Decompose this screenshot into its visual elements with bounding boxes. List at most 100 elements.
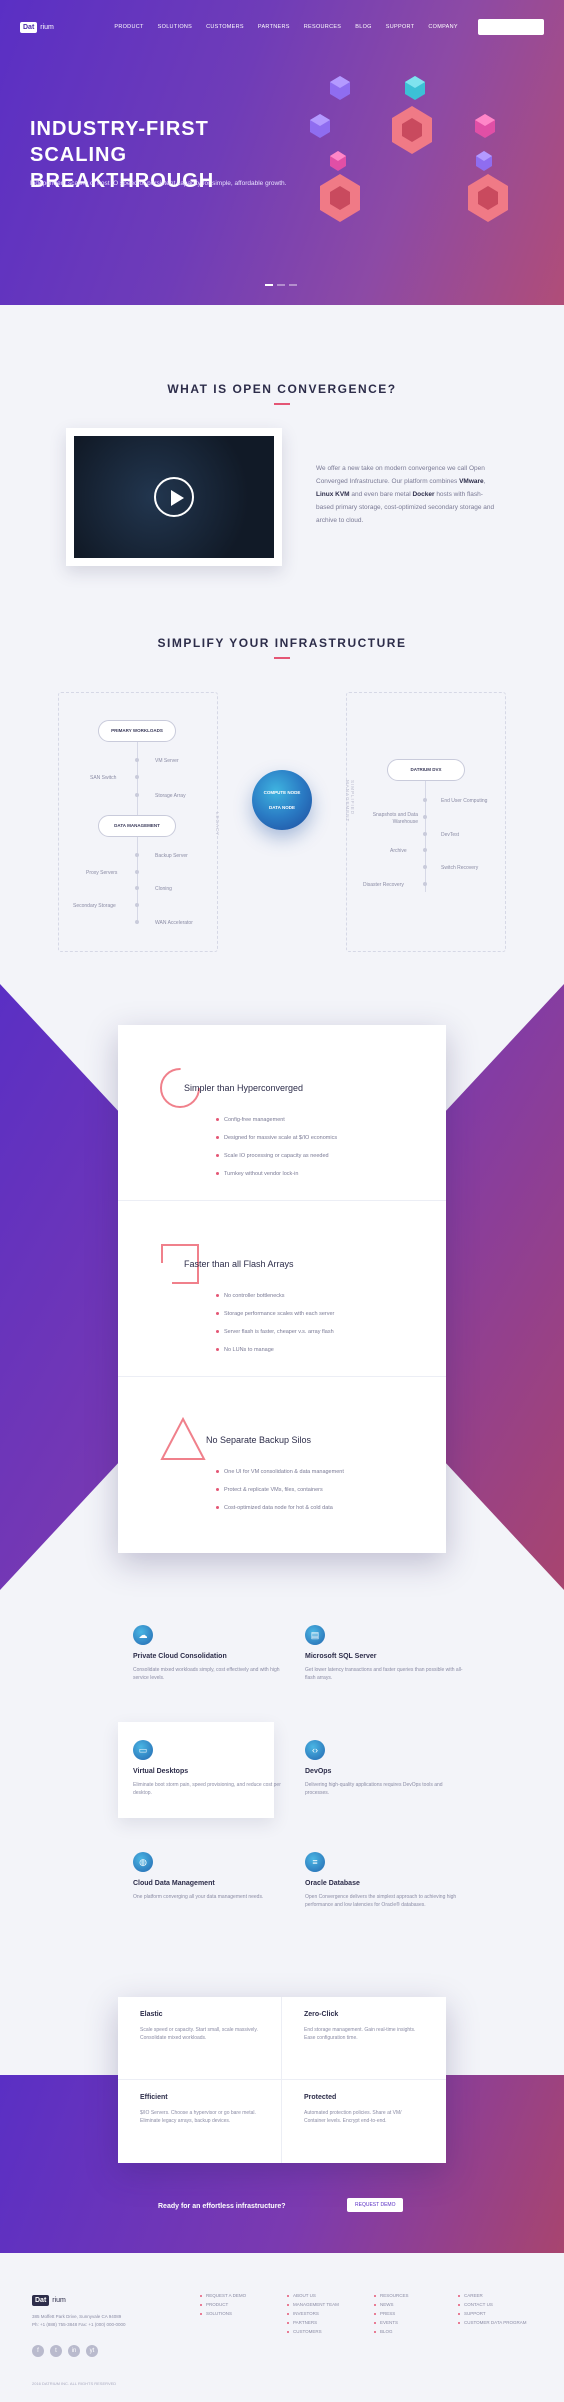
use-case-desc: Open Convergence delivers the simplest a… [305, 1894, 457, 1908]
nav-link-partners[interactable]: PARTNERS [258, 24, 290, 30]
hero-subtitle: Independent scaling of host IO speed or … [30, 180, 287, 187]
footer-link[interactable]: CUSTOMERS [287, 2329, 339, 2338]
small-cube-icon [405, 76, 425, 100]
feature-item: One UI for VM consolidation & data manag… [216, 1469, 344, 1487]
nav-link-resources[interactable]: RESOURCES [304, 24, 342, 30]
nav-link-solutions[interactable]: SOLUTIONS [158, 24, 192, 30]
hexagon-ring-icon [320, 174, 360, 222]
use-case-desc: Delivering high-quality applications req… [305, 1782, 443, 1796]
footer-logo[interactable]: Dat rium [32, 2295, 66, 2306]
footer-link[interactable]: PRESS [374, 2311, 409, 2320]
youtube-icon[interactable]: yt [86, 2345, 98, 2357]
address-line: 385 Moffett Park Drive, Sunnyvale CA 940… [32, 2314, 122, 2319]
cta-text: Ready for an effortless infrastructure? [158, 2203, 286, 2210]
footer-link[interactable]: EVENTS [374, 2320, 409, 2329]
diagram-label: End User Computing [441, 798, 488, 804]
diagram-node [135, 775, 139, 779]
hero-hexagon-illustration [310, 76, 508, 222]
compute-node-label: COMPUTE NODE [263, 790, 301, 795]
footer-link[interactable]: MANAGEMENT TEAM [287, 2302, 339, 2311]
footer-column: CAREER CONTACT US SUPPORT CUSTOMER DATA … [458, 2293, 527, 2329]
use-case[interactable]: ‹› DevOps Delivering high-quality applic… [305, 1740, 465, 1797]
footer-link[interactable]: INVESTORS [287, 2311, 339, 2320]
use-case-title: Oracle Database [305, 1880, 360, 1887]
title-underline [274, 657, 290, 659]
use-case[interactable]: ☁ Private Cloud Consolidation Consolidat… [133, 1625, 293, 1682]
legacy-label: LEGACY [215, 812, 220, 837]
top-nav: Dat rium PRODUCT SOLUTIONS CUSTOMERS PAR… [20, 18, 544, 36]
use-case[interactable]: ≡ Oracle Database Open Convergence deliv… [305, 1852, 465, 1909]
footer-link[interactable]: PRODUCT [200, 2302, 246, 2311]
footer-link[interactable]: PARTNERS [287, 2320, 339, 2329]
diagram-label: DevTest [441, 832, 460, 838]
benefit-title: Protected [304, 2094, 337, 2101]
primary-workloads-pill: PRIMARY WORKLOADS [98, 720, 176, 742]
video-player[interactable] [66, 428, 282, 566]
use-case[interactable]: ▤ Microsoft SQL Server Get lower latency… [305, 1625, 465, 1682]
benefit: Elastic Scale speed or capacity. Start s… [118, 1997, 282, 2080]
nav-link-support[interactable]: SUPPORT [386, 24, 415, 30]
carousel-dot[interactable] [277, 284, 285, 286]
benefit: Zero-Click End storage management. Gain … [282, 1997, 446, 2080]
play-icon[interactable] [154, 477, 194, 517]
code-icon: ‹› [305, 1740, 325, 1760]
footer-link[interactable]: SOLUTIONS [200, 2311, 246, 2320]
request-demo-button[interactable]: REQUEST DEMO [477, 19, 544, 35]
logo[interactable]: Dat rium [20, 21, 54, 33]
benefit-title: Zero-Click [304, 2011, 339, 2018]
video-thumbnail [74, 436, 274, 558]
footer-link[interactable]: CONTACT US [458, 2302, 527, 2311]
simplified-panel [346, 692, 506, 952]
hexagon-ring-icon [468, 174, 508, 222]
footer-link[interactable]: CUSTOMER DATA PROGRAM [458, 2320, 527, 2329]
cylinder-icon: ≡ [305, 1852, 325, 1872]
benefit-desc: Automated protection policies. Share at … [304, 2110, 402, 2124]
footer-link[interactable]: ABOUT US [287, 2293, 339, 2302]
cta-request-demo-button[interactable]: REQUEST DEMO [347, 2198, 404, 2212]
nav-link-blog[interactable]: BLOG [355, 24, 371, 30]
footer-link[interactable]: SUPPORT [458, 2311, 527, 2320]
feature-item: Cost-optimized data node for hot & cold … [216, 1505, 344, 1523]
use-case[interactable]: ▭ Virtual Desktops Eliminate boot storm … [133, 1740, 293, 1797]
twitter-icon[interactable]: t [50, 2345, 62, 2357]
hexagon-ring-icon [392, 106, 432, 154]
carousel-dot[interactable] [289, 284, 297, 286]
nav-link-company[interactable]: COMPANY [428, 24, 458, 30]
use-case-desc: One platform converging all your data ma… [133, 1894, 264, 1900]
feature-title: Faster than all Flash Arrays [184, 1259, 294, 1269]
diagram-node [423, 832, 427, 836]
linkedin-icon[interactable]: in [68, 2345, 80, 2357]
footer-link[interactable]: REQUEST A DEMO [200, 2293, 246, 2302]
feature-section: No Separate Backup Silos One UI for VM c… [118, 1377, 446, 1553]
feature-item: Storage performance scales with each ser… [216, 1311, 334, 1329]
simplified-label: SIMPLIFIED MANAGEMENT [345, 780, 355, 823]
benefit-desc: End storage management. Gain real-time i… [304, 2027, 416, 2041]
nav-links: PRODUCT SOLUTIONS CUSTOMERS PARTNERS RES… [114, 19, 544, 35]
use-case[interactable]: ◍ Cloud Data Management One platform con… [133, 1852, 293, 1901]
use-case-title: Private Cloud Consolidation [133, 1653, 227, 1660]
use-case-desc: Get lower latency transactions and faste… [305, 1667, 463, 1681]
diagram-node [135, 853, 139, 857]
footer-column: ABOUT US MANAGEMENT TEAM INVESTORS PARTN… [287, 2293, 339, 2338]
nav-link-customers[interactable]: CUSTOMERS [206, 24, 244, 30]
footer-link[interactable]: NEWS [374, 2302, 409, 2311]
database-icon: ▤ [305, 1625, 325, 1645]
use-case-title: Virtual Desktops [133, 1768, 189, 1775]
facebook-icon[interactable]: f [32, 2345, 44, 2357]
footer-link[interactable]: RESOURCES [374, 2293, 409, 2302]
feature-section: Simpler than Hyperconverged Config-free … [118, 1025, 446, 1201]
social-links: f t in yt [32, 2345, 98, 2357]
benefit: Efficient $/IO Servers. Choose a hypervi… [118, 2080, 282, 2163]
nav-link-product[interactable]: PRODUCT [114, 24, 143, 30]
diagram-node [423, 865, 427, 869]
feature-item: No controller bottlenecks [216, 1293, 334, 1311]
footer-link[interactable]: CAREER [458, 2293, 527, 2302]
diagram-label: Archive [390, 848, 407, 854]
diagram-node [135, 758, 139, 762]
footer-link[interactable]: BLOG [374, 2329, 409, 2338]
feature-item: Turnkey without vendor lock-in [216, 1171, 337, 1189]
copyright: 2016 DATRIUM INC. ALL RIGHTS RESERVED [32, 2381, 117, 2386]
carousel-dot[interactable] [265, 284, 273, 286]
diagram-node [135, 920, 139, 924]
diagram-node [135, 793, 139, 797]
